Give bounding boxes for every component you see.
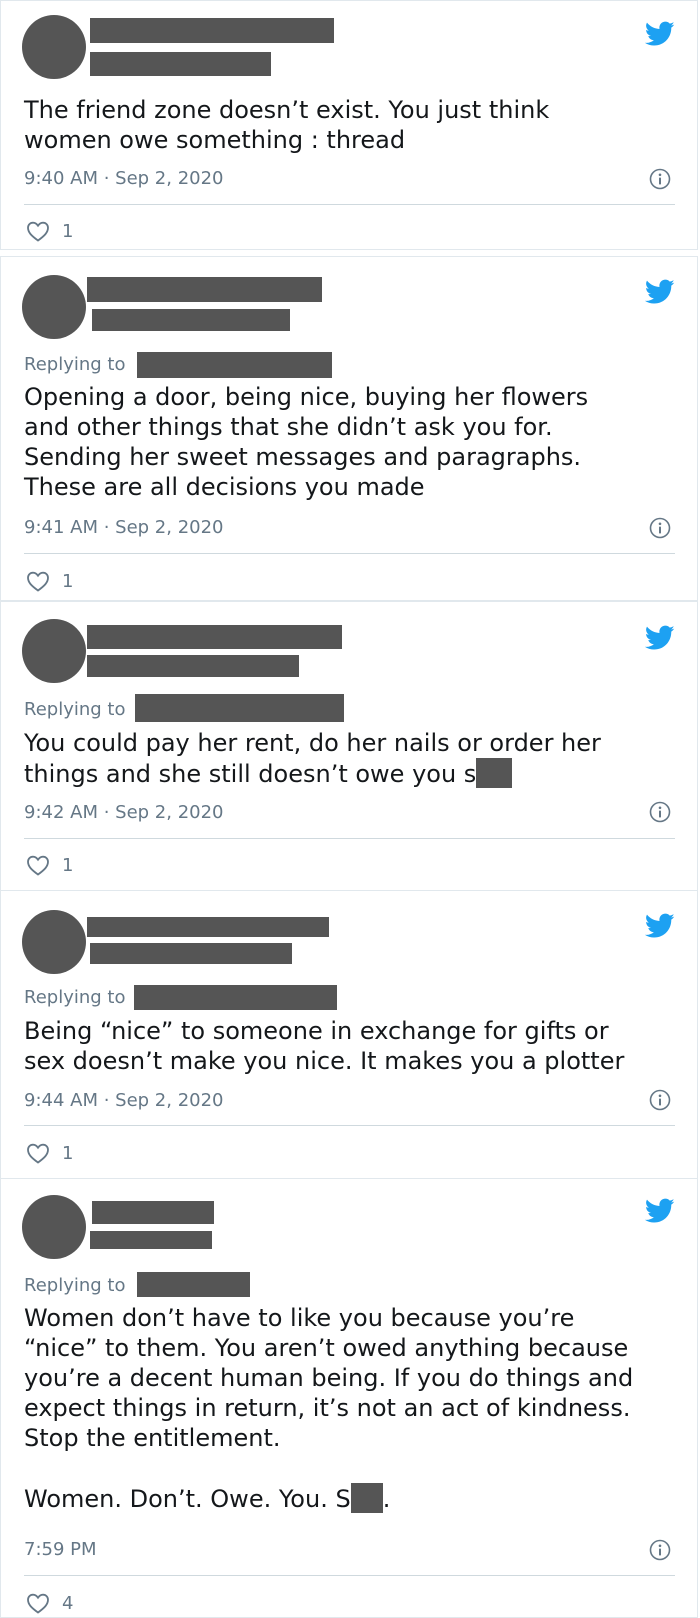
tweet-card[interactable]: Replying to Being “nice” to someone in e…	[0, 890, 698, 1179]
tweet-text: Being “nice” to someone in exchange for …	[24, 1017, 625, 1075]
redacted-username	[90, 943, 292, 964]
tweet-text: Opening a door, being nice, buying her f…	[24, 383, 589, 501]
redacted-word	[350, 1483, 383, 1513]
tweet-card[interactable]: Replying to You could pay her rent, do h…	[0, 601, 698, 891]
avatar[interactable]	[22, 275, 86, 339]
heart-icon[interactable]	[26, 854, 50, 876]
redacted-display-name	[87, 277, 322, 302]
redacted-username	[90, 52, 271, 76]
heart-icon[interactable]	[26, 1592, 50, 1614]
tweet-text: The friend zone doesn’t exist. You just …	[24, 96, 550, 154]
tweet-text-line: .	[382, 1485, 391, 1513]
info-icon[interactable]	[649, 517, 671, 539]
heart-icon[interactable]	[26, 220, 50, 242]
divider	[24, 838, 675, 839]
like-action[interactable]: 1	[26, 1141, 73, 1165]
redacted-display-name	[92, 1201, 214, 1224]
divider	[24, 204, 675, 205]
like-count: 1	[62, 1142, 74, 1164]
redacted-display-name	[87, 625, 342, 649]
info-icon[interactable]	[649, 1089, 671, 1111]
redacted-reply-handle[interactable]	[135, 694, 344, 722]
tweet-timestamp[interactable]: 7:59 PM	[24, 1539, 97, 1560]
avatar[interactable]	[22, 1195, 86, 1259]
tweet-text-final-line: Women. Don’t. Owe. You. S.	[24, 1483, 677, 1514]
like-action[interactable]: 1	[26, 853, 73, 877]
like-action[interactable]: 1	[26, 569, 73, 593]
heart-icon[interactable]	[26, 1142, 50, 1164]
redacted-username	[90, 1231, 212, 1249]
divider	[24, 553, 675, 554]
replying-to-label: Replying to	[24, 1275, 126, 1296]
redacted-display-name	[87, 917, 329, 937]
twitter-bird-icon[interactable]	[645, 625, 675, 651]
tweet-text: You could pay her rent, do her nails or …	[24, 728, 677, 789]
twitter-bird-icon[interactable]	[645, 21, 675, 47]
info-icon[interactable]	[649, 168, 671, 190]
divider	[24, 1575, 675, 1576]
tweet-text: Women don’t have to like you because you…	[24, 1304, 634, 1452]
tweet-timestamp[interactable]: 9:42 AM · Sep 2, 2020	[24, 802, 224, 823]
tweet-text-line: Women. Don’t. Owe. You. S	[24, 1485, 351, 1513]
redacted-reply-handle[interactable]	[134, 985, 337, 1010]
info-icon[interactable]	[649, 801, 671, 823]
like-count: 4	[62, 1592, 74, 1614]
redacted-word	[476, 758, 513, 788]
tweet-card[interactable]: Replying to Women don’t have to like you…	[0, 1178, 698, 1618]
redacted-reply-handle[interactable]	[137, 352, 332, 378]
replying-to-label: Replying to	[24, 987, 126, 1008]
like-action[interactable]: 4	[26, 1591, 73, 1615]
info-icon[interactable]	[649, 1539, 671, 1561]
avatar[interactable]	[22, 910, 86, 974]
replying-to-label: Replying to	[24, 354, 126, 375]
tweet-text-line: things and she still doesn’t owe you s	[24, 760, 477, 788]
tweet-card[interactable]: Replying to Opening a door, being nice, …	[0, 256, 698, 601]
twitter-bird-icon[interactable]	[645, 1198, 675, 1224]
tweet-timestamp[interactable]: 9:44 AM · Sep 2, 2020	[24, 1090, 224, 1111]
like-count: 1	[62, 220, 74, 242]
divider	[24, 1125, 675, 1126]
tweet-timestamp[interactable]: 9:41 AM · Sep 2, 2020	[24, 517, 224, 538]
redacted-username	[87, 655, 299, 677]
redacted-display-name	[90, 18, 334, 43]
twitter-bird-icon[interactable]	[645, 279, 675, 305]
replying-to-label: Replying to	[24, 699, 126, 720]
twitter-bird-icon[interactable]	[645, 913, 675, 939]
tweet-card[interactable]: The friend zone doesn’t exist. You just …	[0, 0, 698, 250]
redacted-username	[92, 309, 290, 331]
heart-icon[interactable]	[26, 570, 50, 592]
tweet-timestamp[interactable]: 9:40 AM · Sep 2, 2020	[24, 168, 224, 189]
like-count: 1	[62, 570, 74, 592]
like-action[interactable]: 1	[26, 219, 73, 243]
tweet-text-line: You could pay her rent, do her nails or …	[24, 729, 601, 757]
avatar[interactable]	[22, 619, 86, 683]
avatar[interactable]	[22, 15, 86, 79]
redacted-reply-handle[interactable]	[137, 1272, 250, 1297]
like-count: 1	[62, 854, 74, 876]
